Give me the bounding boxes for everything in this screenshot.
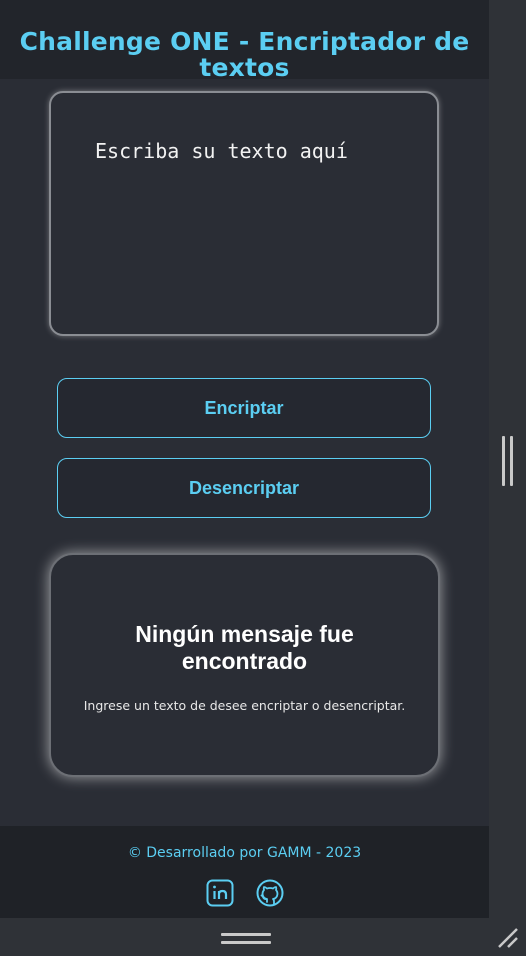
github-icon[interactable] xyxy=(256,879,284,907)
resize-corner-icon[interactable] xyxy=(496,926,520,950)
drag-handle-icon[interactable] xyxy=(221,933,271,945)
footer-credit: © Desarrollado por GAMM - 2023 xyxy=(127,845,362,861)
result-text: Ingrese un texto de desee encriptar o de… xyxy=(83,698,406,713)
result-card: Ningún mensaje fue encontrado Ingrese un… xyxy=(49,553,440,777)
text-input-card xyxy=(49,91,439,336)
decrypt-button[interactable]: Desencriptar xyxy=(57,458,431,518)
page: Challenge ONE - Encriptador de textos En… xyxy=(0,0,489,918)
linkedin-icon[interactable] xyxy=(206,879,234,907)
encrypt-button[interactable]: Encriptar xyxy=(57,378,431,438)
result-title: Ningún mensaje fue encontrado xyxy=(135,621,354,674)
footer: © Desarrollado por GAMM - 2023 xyxy=(0,826,489,918)
page-title: Challenge ONE - Encriptador de textos xyxy=(19,27,470,82)
split-grip-icon[interactable] xyxy=(502,436,514,486)
header: Challenge ONE - Encriptador de textos xyxy=(0,0,489,82)
text-input[interactable] xyxy=(51,93,437,334)
